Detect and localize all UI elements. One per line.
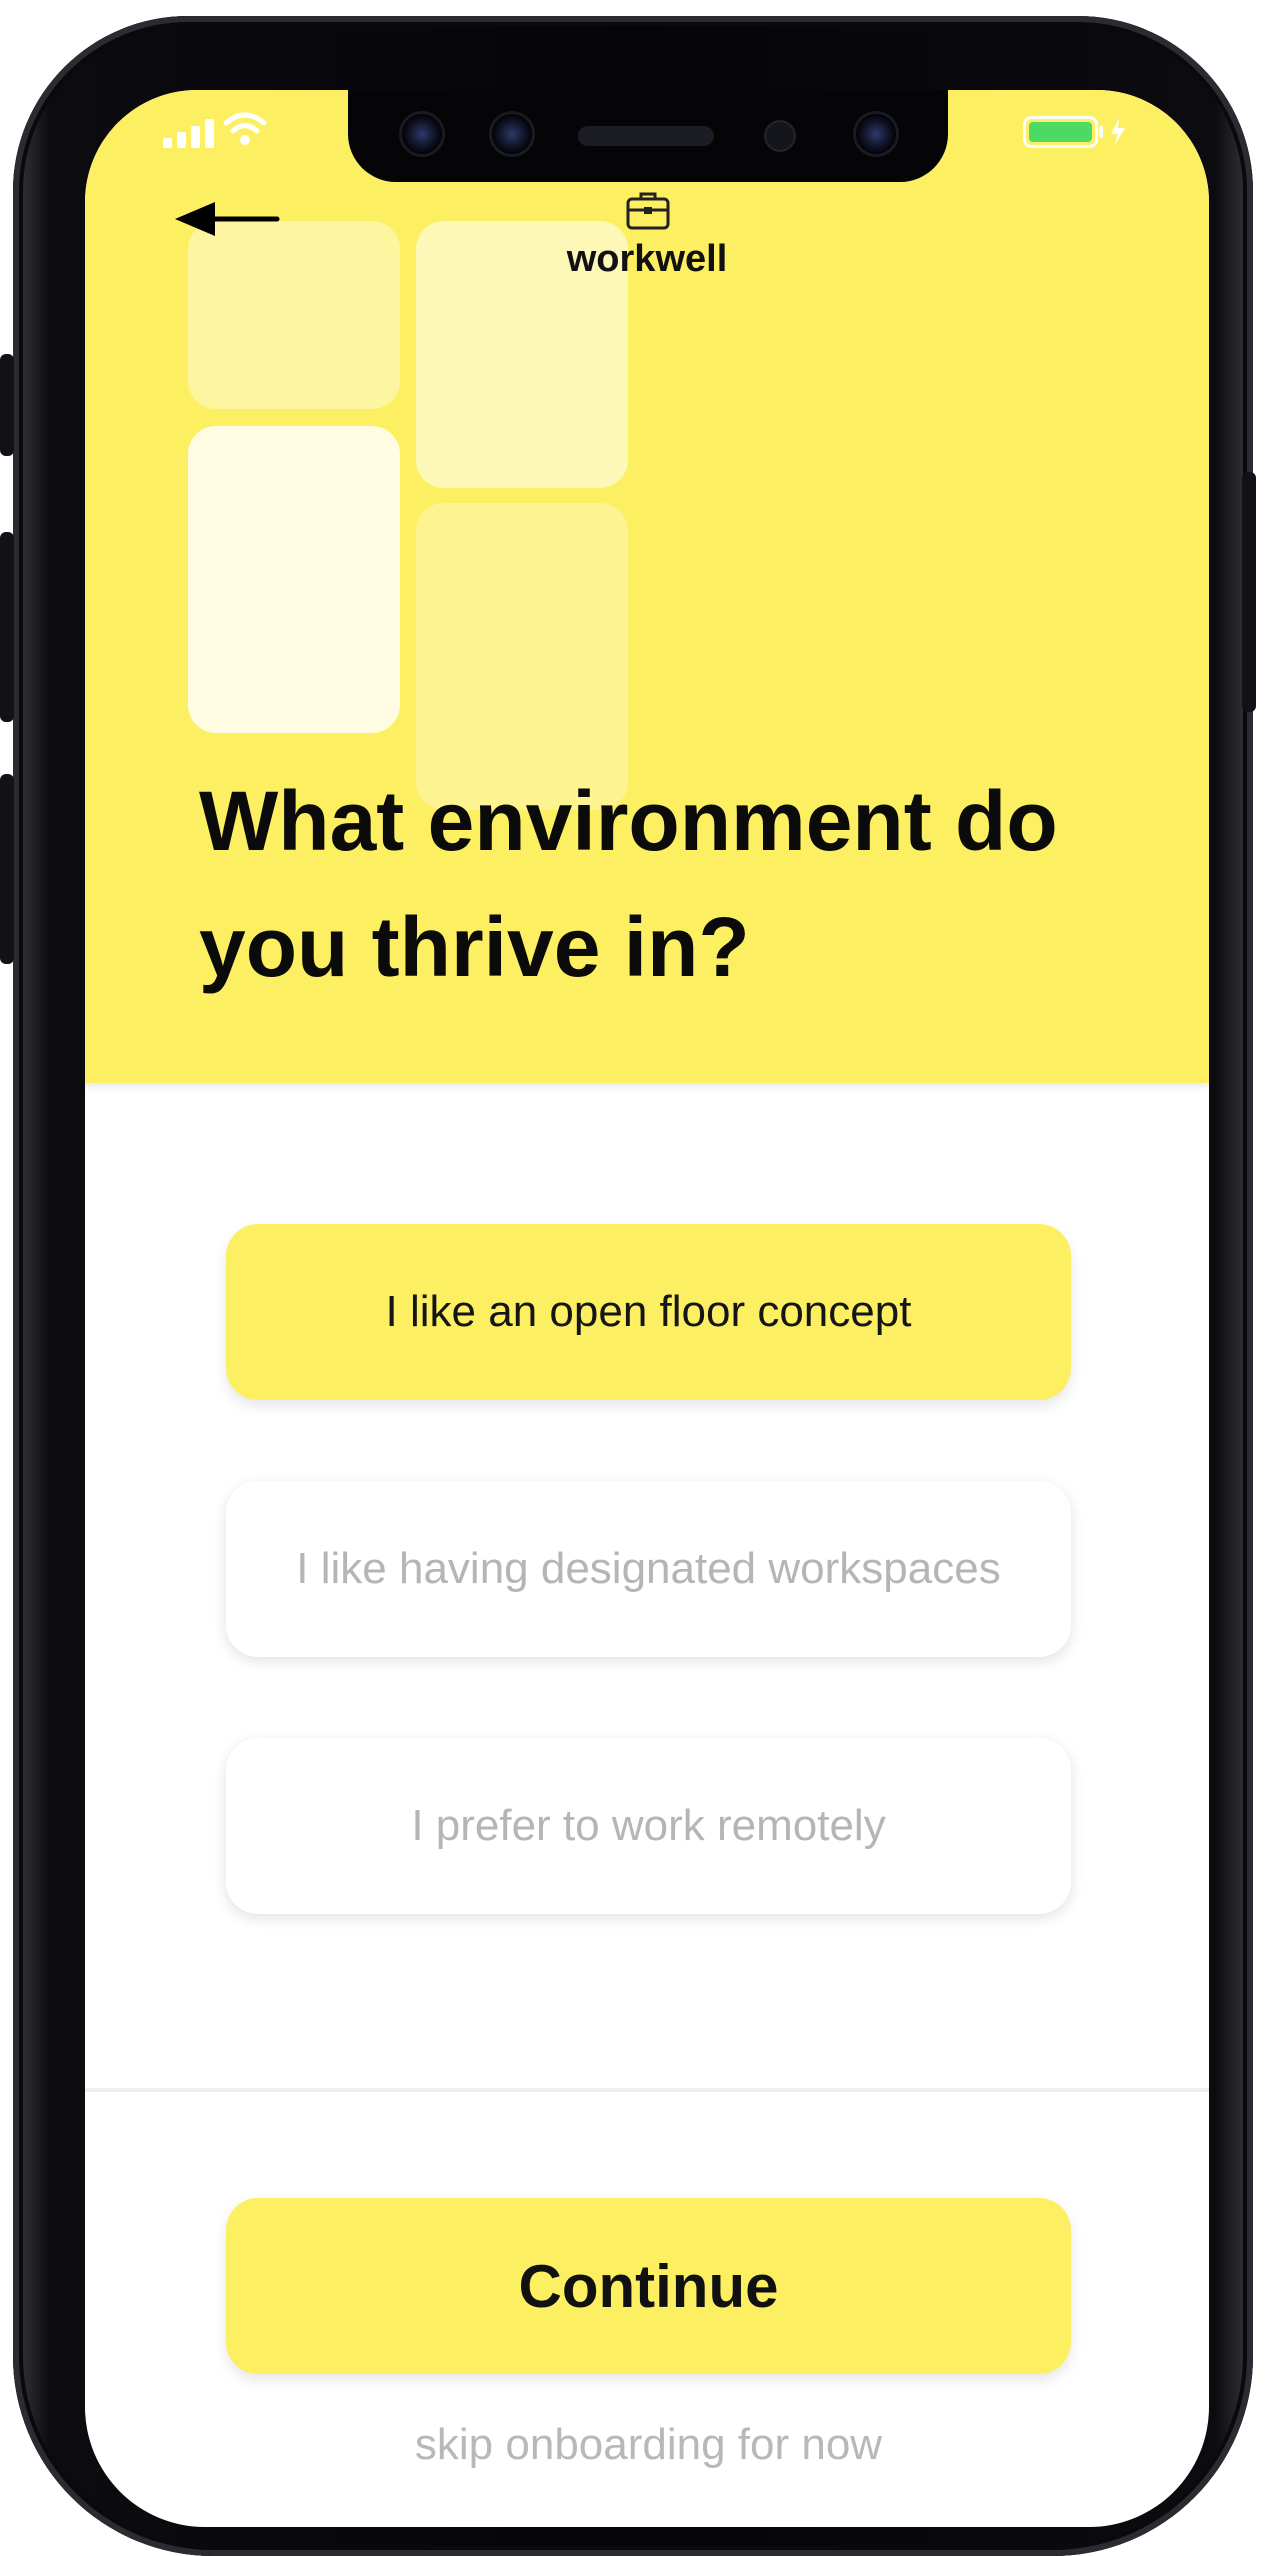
signal-icon [163,119,214,148]
option-designated-workspaces[interactable]: I like having designated workspaces [226,1481,1071,1657]
speaker-grille [578,126,714,146]
volume-down-button [0,774,14,964]
briefcase-icon [626,192,670,230]
question-title: What environment do you thrive in? [199,774,1058,994]
skip-onboarding-link[interactable]: skip onboarding for now [226,2420,1071,2470]
option-open-floor[interactable]: I like an open floor concept [226,1224,1071,1400]
wifi-icon [223,112,267,145]
continue-button[interactable]: Continue [226,2198,1071,2374]
sensor [766,122,794,150]
volume-up-button [0,532,14,722]
phone-frame: workwell What environment do you thrive … [0,16,1256,2556]
footer-divider [85,2088,1209,2092]
decorative-tile [188,426,400,733]
brand-name: workwell [566,238,728,280]
option-remote-work[interactable]: I prefer to work remotely [226,1738,1071,1914]
camera-icon [856,114,896,154]
camera-icon [402,114,442,154]
power-button [1242,472,1256,712]
charging-icon [1111,118,1125,146]
camera-icon [492,114,532,154]
mute-switch [0,354,14,456]
app-screen: workwell What environment do you thrive … [85,90,1209,2527]
decorative-tile [188,221,400,409]
battery-icon [1023,116,1125,148]
hero-header: workwell What environment do you thrive … [85,90,1209,1083]
device-notch [348,90,948,182]
back-arrow-icon[interactable] [173,194,283,244]
